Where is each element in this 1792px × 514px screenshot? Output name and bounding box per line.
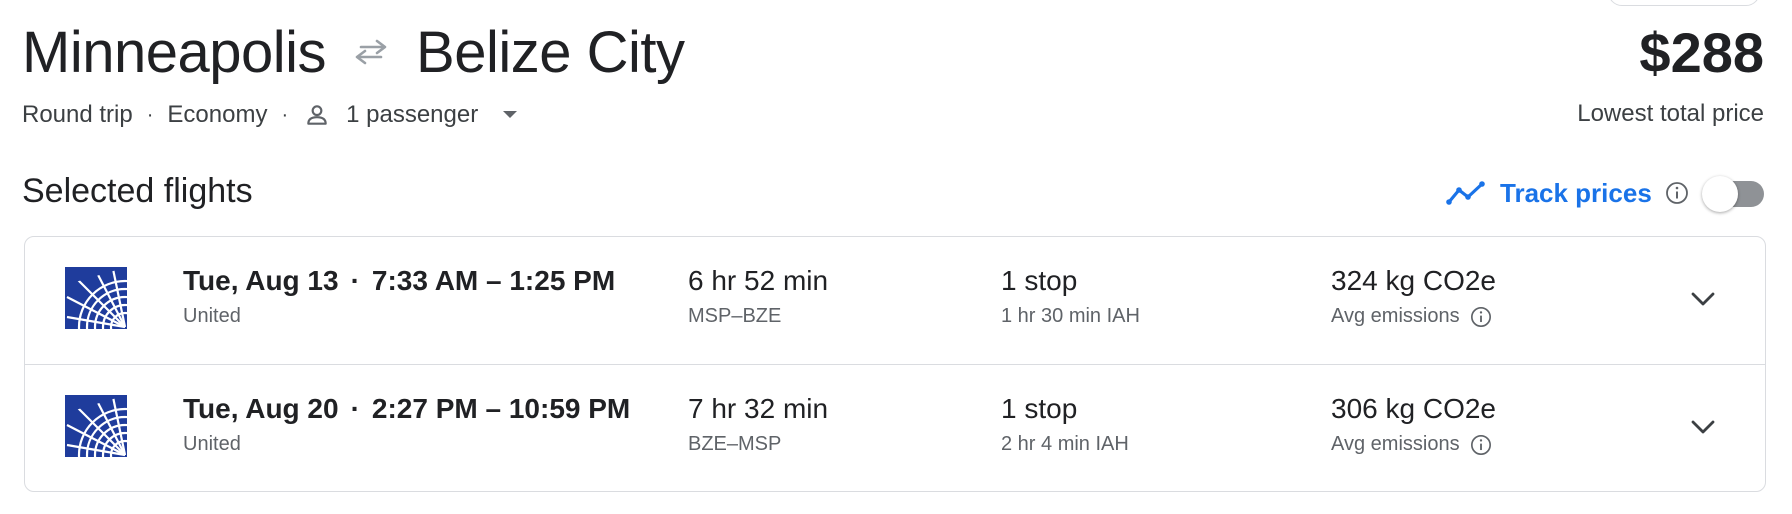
flight-time-info: Tue, Aug 13 · 7:33 AM – 1:25 PM United [183,265,615,328]
cabin-class: Economy [167,101,268,128]
flight-stops: 1 stop [1001,265,1078,296]
flight-duration: 6 hr 52 min [688,265,829,296]
airline-name: United [183,305,241,327]
partial-top-button[interactable] [1608,0,1760,6]
flight-duration-info: 6 hr 52 min MSP–BZE [688,265,828,328]
person-icon [302,100,332,130]
caret-down-icon[interactable] [500,105,520,125]
separator-dot: · [281,103,289,126]
flight-row[interactable]: Tue, Aug 20 · 2:27 PM – 10:59 PM United 7 … [25,365,1765,503]
track-prices-toggle[interactable] [1702,176,1764,214]
info-icon[interactable] [1664,180,1690,206]
flight-emissions: 324 kg CO2e [1331,265,1496,296]
separator-dot: · [350,393,360,424]
flight-route: MSP–BZE [688,305,782,327]
flight-route: BZE–MSP [688,433,782,455]
flight-time-info: Tue, Aug 20 · 2:27 PM – 10:59 PM United [183,393,630,456]
origin-city: Minneapolis [22,19,327,85]
trend-line-icon [1446,178,1488,208]
chevron-down-icon[interactable] [1685,409,1721,445]
trip-type: Round trip [22,101,133,128]
flight-times: 2:27 PM – 10:59 PM [371,393,631,424]
flight-stops-info: 1 stop 2 hr 4 min IAH [1001,393,1129,456]
emissions-caption: Avg emissions [1331,433,1496,456]
track-prices[interactable]: Track prices [1446,172,1690,214]
route-title: Minneapolis Belize City [22,14,685,90]
toggle-knob [1702,176,1738,212]
emissions-label: Avg emissions [1331,433,1460,455]
flight-duration: 7 hr 32 min [688,393,829,424]
flight-layover: 2 hr 4 min IAH [1001,433,1129,455]
info-icon[interactable] [1470,306,1492,328]
flight-date-time: Tue, Aug 13 · 7:33 AM – 1:25 PM [183,265,615,297]
lowest-price: $288 [1639,20,1764,84]
flight-row[interactable]: Tue, Aug 13 · 7:33 AM – 1:25 PM United 6 h… [25,237,1765,375]
united-globe-logo [65,267,173,375]
emissions-caption: Avg emissions [1331,305,1496,328]
airline-name: United [183,433,241,455]
united-globe-logo [65,395,173,503]
separator-dot: · [146,103,154,126]
separator-dot: · [350,265,360,296]
flight-date-time: Tue, Aug 20 · 2:27 PM – 10:59 PM [183,393,630,425]
passenger-selector[interactable]: 1 passenger [346,101,478,129]
chevron-down-icon[interactable] [1685,281,1721,317]
flight-date: Tue, Aug 20 [183,393,339,424]
flight-times: 7:33 AM – 1:25 PM [371,265,616,296]
flight-duration-info: 7 hr 32 min BZE–MSP [688,393,828,456]
selected-flights-title: Selected flights [22,172,253,210]
info-icon[interactable] [1470,434,1492,456]
emissions-label: Avg emissions [1331,305,1460,327]
flight-emissions-info: 324 kg CO2e Avg emissions [1331,265,1496,328]
trip-options: Round trip · Economy · 1 passenger [22,100,520,130]
flight-date: Tue, Aug 13 [183,265,339,296]
swap-arrows-icon [344,32,398,72]
price-caption: Lowest total price [1577,100,1764,127]
flight-emissions: 306 kg CO2e [1331,393,1496,424]
selected-flights-list: Tue, Aug 13 · 7:33 AM – 1:25 PM United 6 h… [24,236,1766,503]
flight-layover: 1 hr 30 min IAH [1001,305,1140,327]
flight-emissions-info: 306 kg CO2e Avg emissions [1331,393,1496,456]
track-prices-label[interactable]: Track prices [1500,178,1652,209]
flight-stops-info: 1 stop 1 hr 30 min IAH [1001,265,1140,328]
flight-stops: 1 stop [1001,393,1078,424]
destination-city: Belize City [416,19,685,85]
